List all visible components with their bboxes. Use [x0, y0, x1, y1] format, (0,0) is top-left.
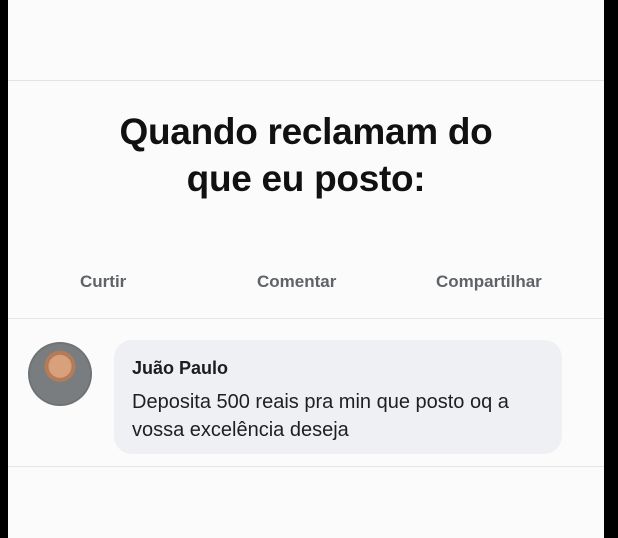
actions-divider: [8, 318, 604, 319]
post-card: Quando reclamam do que eu posto: Curtir …: [8, 0, 604, 538]
bottom-divider: [8, 466, 604, 467]
meme-caption: Quando reclamam do que eu posto:: [8, 108, 604, 202]
comment-button[interactable]: Comentar: [257, 272, 336, 292]
post-actions: Curtir Comentar Compartilhar: [8, 268, 604, 304]
share-button[interactable]: Compartilhar: [436, 272, 542, 292]
top-divider: [8, 80, 604, 81]
like-button[interactable]: Curtir: [80, 272, 126, 292]
caption-line-1: Quando reclamam do: [119, 111, 493, 152]
comment-text: Deposita 500 reais pra min que posto oq …: [132, 391, 509, 441]
caption-line-2: que eu posto:: [186, 158, 426, 199]
comment-author[interactable]: Juão Paulo: [132, 358, 228, 379]
comment-bubble: Juão Paulo Deposita 500 reais pra min qu…: [114, 340, 562, 454]
comment-item: Juão Paulo Deposita 500 reais pra min qu…: [22, 338, 592, 458]
avatar[interactable]: [28, 342, 92, 406]
